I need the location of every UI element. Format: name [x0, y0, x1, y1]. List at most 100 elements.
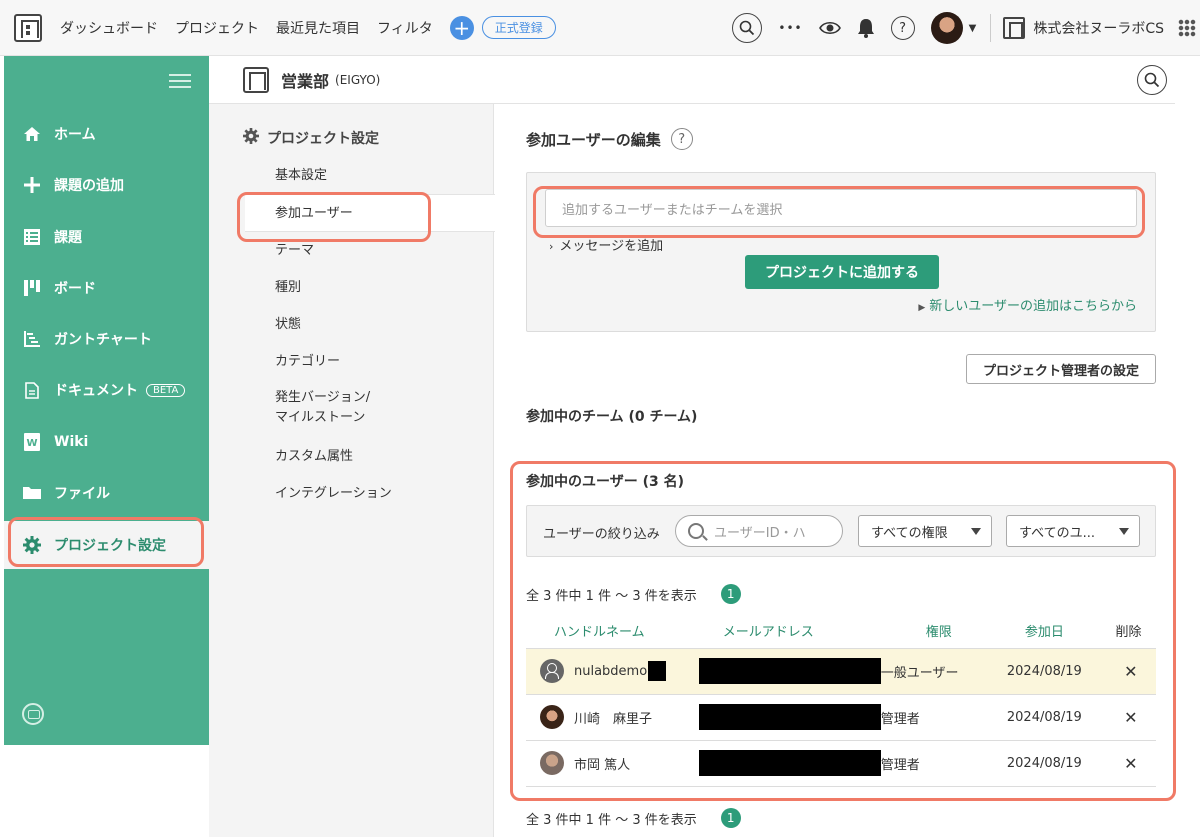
redacted-block	[648, 661, 667, 681]
table-row: 市岡 篤人 管理者 2024/08/19 ✕	[526, 739, 1156, 787]
teams-heading: 参加中のチーム (0 チーム)	[526, 409, 698, 425]
divider	[990, 14, 992, 42]
organization-switcher[interactable]: 株式会社ヌーラボCS	[1003, 17, 1164, 39]
user-filter-bar: ユーザーの絞り込み ユーザーID・ハ すべての権限 すべてのユ...	[526, 505, 1156, 557]
col-joined[interactable]: 参加日	[1007, 614, 1106, 648]
sidebar-item-project-settings[interactable]: プロジェクト設定	[4, 521, 209, 569]
avatar	[540, 705, 564, 729]
project-admin-button[interactable]: プロジェクト管理者の設定	[966, 354, 1156, 384]
sidebar-item-label: ホーム	[54, 127, 96, 143]
settings-nav: プロジェクト設定 基本設定 参加ユーザー テーマ 種別 状態 カテゴリー 発生バ…	[209, 104, 495, 837]
result-count: 全 3 件中 1 件 ～ 3 件を表示 1	[526, 584, 741, 604]
apps-grid-icon[interactable]	[1178, 19, 1196, 37]
sidebar-item-wiki[interactable]: W Wiki	[4, 418, 209, 466]
user-joined: 2024/08/19	[1006, 693, 1106, 741]
user-handle: nulabdemo-	[574, 663, 653, 679]
sidebar-item-label: ボード	[54, 281, 96, 297]
gear-icon	[243, 128, 259, 148]
sidebar-item-gantt[interactable]: ガントチャート	[4, 315, 209, 363]
nav-filter[interactable]: フィルタ	[377, 18, 433, 38]
sidebar-item-label: ガントチャート	[54, 332, 152, 348]
sidebar-item-board[interactable]: ボード	[4, 264, 209, 312]
building-icon	[1003, 17, 1026, 39]
search-icon	[688, 523, 704, 539]
settings-item-statuses[interactable]: 状態	[275, 315, 301, 335]
add-user-input[interactable]: 追加するユーザーまたはチームを選択	[545, 189, 1137, 227]
wiki-icon: W	[22, 432, 42, 452]
search-icon[interactable]	[1137, 65, 1167, 95]
settings-nav-title: プロジェクト設定	[243, 128, 379, 148]
sidebar-item-label: ファイル	[54, 486, 110, 502]
role-select[interactable]: すべての権限	[858, 515, 992, 547]
chevron-down-icon	[1119, 528, 1129, 535]
beta-badge: BETA	[146, 383, 186, 397]
more-icon[interactable]: •••	[778, 21, 802, 35]
sidebar-item-label: プロジェクト設定	[54, 538, 166, 554]
result-count-bottom: 全 3 件中 1 件 ～ 3 件を表示 1	[526, 808, 741, 828]
page-number[interactable]: 1	[720, 584, 741, 604]
user-handle: 市岡 篤人	[574, 757, 631, 773]
register-button[interactable]: 正式登録	[481, 16, 556, 39]
triangle-right-icon: ▶	[918, 303, 926, 313]
col-handle[interactable]: ハンドルネーム	[526, 614, 689, 648]
chevron-right-icon: ›	[549, 240, 554, 253]
redacted-email	[698, 750, 881, 776]
add-message-toggle[interactable]: › メッセージを追加	[549, 235, 663, 254]
chat-icon[interactable]	[22, 703, 44, 725]
sidebar-item-home[interactable]: ホーム	[4, 110, 209, 158]
nav-dashboard[interactable]: ダッシュボード	[60, 18, 158, 38]
help-icon[interactable]: ?	[670, 128, 693, 150]
avatar	[540, 751, 564, 775]
user-type-select[interactable]: すべてのユ...	[1006, 515, 1140, 547]
settings-item-versions[interactable]: 発生バージョン/ マイルストーン	[275, 388, 370, 428]
sidebar-item-add-issue[interactable]: 課題の追加	[4, 161, 209, 209]
nav-projects[interactable]: プロジェクト	[175, 18, 259, 38]
page-title: 参加ユーザーの編集 ?	[526, 128, 693, 150]
filter-label: ユーザーの絞り込み	[543, 527, 660, 542]
sidebar-item-documents[interactable]: ドキュメント BETA	[4, 366, 209, 414]
delete-user-button[interactable]: ✕	[1105, 693, 1156, 741]
plus-icon[interactable]: +	[449, 15, 474, 40]
bell-icon[interactable]	[857, 18, 875, 38]
chevron-down-icon	[971, 528, 981, 535]
list-icon	[22, 227, 42, 247]
chevron-down-icon: ▼	[968, 22, 977, 34]
sidebar-item-files[interactable]: ファイル	[4, 469, 209, 517]
table-row: nulabdemo- 一般ユーザー 2024/08/19 ✕	[526, 647, 1156, 695]
project-key: (EIGYO)	[335, 72, 381, 87]
delete-user-button[interactable]: ✕	[1105, 647, 1156, 695]
new-user-link[interactable]: ▶ 新しいユーザーの追加はこちらから	[918, 295, 1137, 314]
add-member-panel: 追加するユーザーまたはチームを選択 › メッセージを追加 プロジェクトに追加する …	[526, 172, 1156, 332]
sidebar-item-issues[interactable]: 課題	[4, 213, 209, 261]
settings-item-integrations[interactable]: インテグレーション	[275, 484, 392, 504]
project-name[interactable]: 営業部	[281, 68, 329, 92]
users-heading: 参加中のユーザー (3 名)	[526, 474, 685, 490]
user-joined: 2024/08/19	[1006, 647, 1106, 695]
plus-icon	[22, 175, 42, 195]
help-icon[interactable]: ?	[890, 16, 915, 40]
user-search-input[interactable]: ユーザーID・ハ	[675, 515, 843, 547]
nav-recent[interactable]: 最近見た項目	[276, 18, 360, 38]
settings-item-theme[interactable]: テーマ	[275, 241, 314, 261]
sidebar-item-label: 課題の追加	[54, 178, 124, 194]
settings-item-issue-types[interactable]: 種別	[275, 278, 301, 298]
sidebar: ホーム 課題の追加 課題 ボード ガントチャート ドキュメント BETA W W…	[4, 56, 209, 745]
user-handle: 川崎 麻里子	[574, 711, 653, 727]
settings-item-basic[interactable]: 基本設定	[275, 166, 327, 186]
top-nav: ダッシュボード プロジェクト 最近見た項目 フィルタ	[60, 18, 450, 38]
document-icon	[22, 380, 42, 400]
col-role[interactable]: 権限	[881, 614, 1007, 648]
search-icon[interactable]	[732, 13, 763, 43]
settings-item-members[interactable]: 参加ユーザー	[275, 204, 353, 224]
backlog-logo-icon[interactable]	[14, 13, 42, 42]
menu-icon[interactable]	[169, 74, 191, 88]
project-icon	[243, 66, 269, 93]
add-to-project-button[interactable]: プロジェクトに追加する	[745, 255, 939, 289]
col-email[interactable]: メールアドレス	[689, 614, 881, 648]
user-menu[interactable]: ▼	[930, 12, 977, 44]
eye-icon[interactable]	[818, 20, 841, 36]
settings-item-custom-fields[interactable]: カスタム属性	[275, 447, 353, 467]
page-number[interactable]: 1	[720, 808, 741, 828]
settings-item-categories[interactable]: カテゴリー	[275, 352, 340, 372]
delete-user-button[interactable]: ✕	[1105, 739, 1156, 787]
